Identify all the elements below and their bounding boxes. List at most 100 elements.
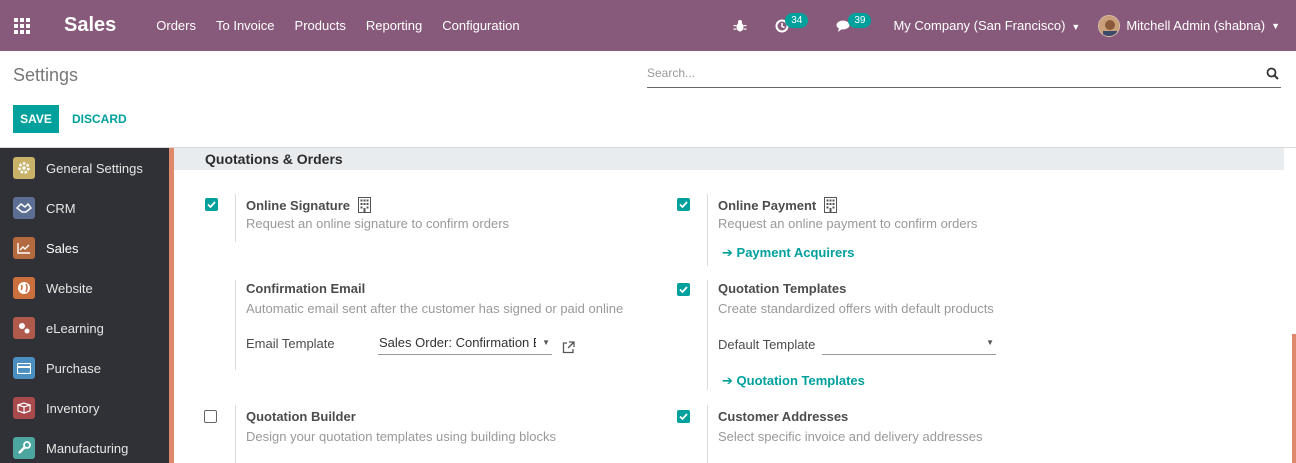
quotation-templates-link[interactable]: ➔ Quotation Templates bbox=[722, 373, 865, 389]
online-payment-label: Online Payment bbox=[718, 198, 817, 213]
payment-acquirers-link[interactable]: ➔ Payment Acquirers bbox=[722, 245, 855, 261]
default-template-select[interactable]: ▼ bbox=[822, 335, 996, 355]
customer-addresses-title: Customer Addresses bbox=[718, 409, 849, 424]
elearning-icon bbox=[13, 317, 35, 339]
wrench-icon bbox=[13, 437, 35, 459]
discard-button[interactable]: DISCARD bbox=[72, 105, 127, 133]
divider bbox=[235, 194, 236, 242]
bug-icon bbox=[733, 19, 747, 31]
gear-icon bbox=[13, 157, 35, 179]
search-input[interactable] bbox=[647, 64, 1247, 80]
online-signature-title: Online Signature bbox=[246, 197, 371, 213]
email-template-value: Sales Order: Confirmation E bbox=[379, 335, 536, 350]
main-menu: Orders To Invoice Products Reporting Con… bbox=[146, 0, 529, 51]
app-brand[interactable]: Sales bbox=[64, 14, 116, 37]
online-signature-checkbox[interactable] bbox=[205, 198, 218, 211]
messages-badge: 39 bbox=[848, 13, 872, 28]
activities-button[interactable]: 34 bbox=[775, 13, 809, 33]
online-payment-description: Request an online payment to confirm ord… bbox=[718, 216, 978, 231]
arrow-right-icon: ➔ bbox=[722, 373, 733, 388]
confirmation-email-title: Confirmation Email bbox=[246, 281, 366, 296]
quotation-templates-title: Quotation Templates bbox=[718, 281, 847, 296]
user-name: Mitchell Admin (shabna) bbox=[1126, 18, 1266, 33]
activities-badge: 34 bbox=[785, 13, 809, 28]
company-name: My Company (San Francisco) bbox=[893, 18, 1066, 33]
sidebar-item-website[interactable]: Website bbox=[0, 268, 169, 308]
sidebar-item-label: Website bbox=[46, 280, 93, 296]
payment-acquirers-label: Payment Acquirers bbox=[736, 245, 855, 260]
quotation-templates-link-label: Quotation Templates bbox=[736, 373, 865, 388]
divider bbox=[235, 280, 236, 370]
menu-products[interactable]: Products bbox=[285, 0, 356, 51]
search-bar bbox=[647, 64, 1281, 88]
sidebar-item-manufacturing[interactable]: Manufacturing bbox=[0, 428, 169, 463]
confirmation-email-description: Automatic email sent after the customer … bbox=[246, 301, 624, 316]
messages-button[interactable]: 39 bbox=[836, 13, 872, 33]
enterprise-building-icon bbox=[823, 197, 837, 213]
sidebar-item-elearning[interactable]: eLearning bbox=[0, 308, 169, 348]
sidebar-item-label: CRM bbox=[46, 200, 76, 216]
divider bbox=[707, 280, 708, 390]
top-navbar: Sales Orders To Invoice Products Reporti… bbox=[0, 0, 1296, 51]
sidebar-item-label: Inventory bbox=[46, 400, 100, 416]
sidebar-item-label: Manufacturing bbox=[46, 440, 129, 456]
check-icon bbox=[679, 201, 688, 209]
avatar bbox=[1098, 14, 1121, 37]
quotation-templates-checkbox[interactable] bbox=[677, 283, 690, 296]
caret-down-icon: ▼ bbox=[1071, 22, 1081, 32]
check-icon bbox=[679, 286, 688, 294]
sidebar-item-label: Sales bbox=[46, 240, 79, 256]
page-title: Settings bbox=[13, 65, 79, 85]
caret-down-icon: ▼ bbox=[1271, 20, 1280, 31]
menu-orders[interactable]: Orders bbox=[146, 0, 206, 51]
sidebar-item-crm[interactable]: CRM bbox=[0, 188, 169, 228]
external-link-icon[interactable] bbox=[562, 341, 575, 354]
quotation-builder-title: Quotation Builder bbox=[246, 409, 356, 424]
caret-down-icon: ▼ bbox=[542, 338, 550, 347]
box-icon bbox=[13, 397, 35, 419]
grid-icon bbox=[14, 17, 30, 34]
menu-reporting[interactable]: Reporting bbox=[356, 0, 432, 51]
sidebar-item-label: General Settings bbox=[46, 160, 143, 176]
menu-configuration[interactable]: Configuration bbox=[432, 0, 529, 51]
quotation-templates-description: Create standardized offers with default … bbox=[718, 301, 994, 316]
check-icon bbox=[679, 413, 688, 421]
user-menu[interactable]: Mitchell Admin (shabna) ▼ bbox=[1098, 14, 1280, 37]
default-template-label: Default Template bbox=[718, 337, 816, 352]
divider bbox=[707, 405, 708, 463]
sidebar-item-general-settings[interactable]: General Settings bbox=[0, 148, 169, 188]
quotation-builder-description: Design your quotation templates using bu… bbox=[246, 429, 557, 444]
sidebar-item-purchase[interactable]: Purchase bbox=[0, 348, 169, 388]
globe-icon bbox=[13, 277, 35, 299]
email-template-select[interactable]: Sales Order: Confirmation E ▼ bbox=[378, 335, 552, 355]
save-button[interactable]: SAVE bbox=[13, 105, 59, 133]
sidebar-item-inventory[interactable]: Inventory bbox=[0, 388, 169, 428]
scrollbar[interactable] bbox=[1292, 334, 1296, 463]
section-title: Quotations & Orders bbox=[174, 148, 1284, 170]
credit-card-icon bbox=[13, 357, 35, 379]
settings-content: Quotations & Orders Online Signature Req… bbox=[174, 148, 1296, 463]
search-icon[interactable] bbox=[1266, 67, 1279, 80]
control-panel: Settings SAVE DISCARD bbox=[0, 51, 1296, 148]
online-signature-description: Request an online signature to confirm o… bbox=[246, 216, 510, 231]
divider bbox=[707, 194, 708, 266]
online-signature-label: Online Signature bbox=[246, 198, 351, 213]
online-payment-title: Online Payment bbox=[718, 197, 837, 213]
email-template-label: Email Template bbox=[246, 336, 335, 351]
check-icon bbox=[207, 201, 216, 209]
debug-button[interactable] bbox=[733, 19, 747, 33]
menu-to-invoice[interactable]: To Invoice bbox=[206, 0, 285, 51]
apps-menu-button[interactable] bbox=[0, 0, 44, 51]
settings-sidebar: General Settings CRM Sales Website eLear… bbox=[0, 148, 169, 463]
sidebar-item-sales[interactable]: Sales bbox=[0, 228, 169, 268]
chart-icon bbox=[13, 237, 35, 259]
divider bbox=[235, 405, 236, 463]
sidebar-item-label: Purchase bbox=[46, 360, 101, 376]
arrow-right-icon: ➔ bbox=[722, 245, 733, 260]
quotation-builder-checkbox[interactable] bbox=[204, 410, 217, 423]
customer-addresses-description: Select specific invoice and delivery add… bbox=[718, 429, 983, 444]
company-switcher[interactable]: My Company (San Francisco) ▼ bbox=[893, 18, 1080, 33]
caret-down-icon: ▼ bbox=[986, 338, 994, 347]
customer-addresses-checkbox[interactable] bbox=[677, 410, 690, 423]
online-payment-checkbox[interactable] bbox=[677, 198, 690, 211]
